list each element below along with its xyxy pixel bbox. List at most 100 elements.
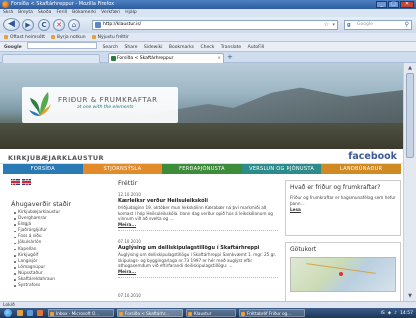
news-item: 07.10.2010 <box>118 293 278 298</box>
nav-landbunadur[interactable]: LANDBÚNAÐUR <box>321 164 401 174</box>
google-engine-icon[interactable]: g <box>347 22 355 28</box>
quicklaunch-ie-icon[interactable] <box>27 310 33 316</box>
new-tab-icon[interactable]: + <box>227 53 233 61</box>
street-map-box: Götukort <box>285 242 401 301</box>
icelandic-flag-icon[interactable] <box>11 179 20 185</box>
search-placeholder: Google <box>357 22 373 27</box>
bookmark-latest-headlines[interactable]: Nýjustu fréttir <box>92 33 129 41</box>
nav-verslun[interactable]: VERSLUN OG ÞJÓNUSTA <box>241 164 322 174</box>
google-toolbar-search[interactable] <box>27 42 98 49</box>
news-title[interactable]: Kærleiksr verður Heilsuleikskóli <box>118 198 278 204</box>
tab-close-icon[interactable]: × <box>217 54 221 63</box>
news-more-link[interactable]: Meira... <box>118 222 278 227</box>
nav-stjornsysla[interactable]: STJÓRNSÝSLA <box>82 164 163 174</box>
facebook-link[interactable]: facebook <box>348 151 397 162</box>
close-button[interactable]: ✕ <box>400 1 414 8</box>
url-dropdown-icon[interactable]: ▾ <box>332 21 335 29</box>
windows-taskbar: Inbox - Microsoft O... Forsíða < Skaftár… <box>0 308 416 318</box>
bookmark-most-visited[interactable]: Oftast heimsótt <box>4 33 45 41</box>
nav-ferdathjonusta[interactable]: FERÐAÞJÓNUSTA <box>162 164 242 174</box>
firefox-icon <box>2 1 9 8</box>
gt-share[interactable]: Share <box>124 45 137 50</box>
search-icon[interactable]: ⚲ <box>405 21 409 29</box>
task-folder[interactable]: Klaustur <box>186 309 236 317</box>
address-bar[interactable]: http://klaustur.is/ ☆ ▾ <box>92 20 338 30</box>
gt-translate[interactable]: Translate <box>221 45 241 50</box>
task-word[interactable]: Fréttabréf Friður og... <box>239 309 305 317</box>
home-button[interactable]: ⌂ <box>68 19 80 31</box>
quicklaunch-folder-icon[interactable] <box>17 310 23 316</box>
forward-button[interactable]: ▶ <box>22 19 34 31</box>
scroll-thumb[interactable] <box>406 73 414 158</box>
menu-view[interactable]: Skoða <box>38 9 52 17</box>
page-content: FRIÐUR & FRUMKRAFTAR at one with the ele… <box>0 63 416 301</box>
places-heading: Áhugaverðir staðir <box>11 200 72 208</box>
bookmark-getting-started[interactable]: Byrja notkun <box>51 33 86 41</box>
maximize-button[interactable]: □ <box>388 1 399 8</box>
logo-title: FRIÐUR & FRUMKRAFTAR <box>58 96 158 104</box>
gt-search[interactable]: Search <box>103 45 118 50</box>
news-date: 12.10.2010 <box>118 192 141 197</box>
about-title: Hvað er friður og frumkraftar? <box>290 184 381 191</box>
vertical-scrollbar[interactable]: ▲ ▼ <box>403 63 416 301</box>
scroll-up-icon[interactable]: ▲ <box>405 64 415 72</box>
status-bar: Lokið <box>0 301 416 308</box>
scroll-down-icon[interactable]: ▼ <box>405 292 415 300</box>
leaf-logo-icon <box>29 92 51 116</box>
nav-forsida[interactable]: FORSÍÐA <box>3 164 83 174</box>
clock[interactable]: 14:57 <box>400 311 413 316</box>
gt-sidewiki[interactable]: Sidewiki <box>144 45 163 50</box>
places-list: Kirkjubæjarklaustur Dverghamrar Eldgjá F… <box>14 210 60 289</box>
network-icon[interactable]: ◈ <box>388 311 391 316</box>
stop-button[interactable]: ✕ <box>53 19 65 31</box>
site-logo[interactable]: FRIÐUR & FRUMKRAFTAR at one with the ele… <box>22 87 178 123</box>
quicklaunch-firefox-icon[interactable] <box>37 310 43 316</box>
bookmark-star-icon[interactable]: ☆ <box>324 21 329 29</box>
search-box[interactable]: g Google ⚲ <box>344 20 412 30</box>
news-date: 07.10.2010 <box>118 293 141 298</box>
system-tray: IS ◈ ♪ 14:57 <box>381 311 416 316</box>
back-button[interactable]: ◀ <box>3 18 20 31</box>
news-body: Þriðjudaginn 19. október mun leikskólinn… <box>118 205 273 222</box>
site-identity-icon[interactable] <box>95 22 101 28</box>
reload-button[interactable]: C <box>38 19 50 31</box>
news-body: Auglýsing um deiliskipulagstillögu í Ska… <box>118 252 276 269</box>
news-divider <box>118 276 278 278</box>
news-title[interactable]: Auglýsing um deiliskipulagstillögu í Ska… <box>118 245 278 251</box>
language-indicator[interactable]: IS <box>381 311 385 316</box>
start-button-icon[interactable] <box>3 308 15 318</box>
news-item: 07.10.2010 Auglýsing um deiliskipulagsti… <box>118 239 278 278</box>
language-flags <box>11 179 31 185</box>
tab-active[interactable]: Forsíða < Skaftárhreppur × <box>108 53 224 63</box>
google-toolbar: Google Search Share Sidewiki Bookmarks C… <box>0 42 416 52</box>
main-navigation: FORSÍÐA STJÓRNSÝSLA FERÐAÞJÓNUSTA VERSLU… <box>3 164 401 174</box>
volume-icon[interactable]: ♪ <box>394 311 397 316</box>
window-titlebar: Forsíða < Skaftárhreppur - Mozilla Firef… <box>0 0 416 9</box>
menu-bookmarks[interactable]: Bókamerki <box>72 9 96 17</box>
street-map-title: Götukort <box>290 246 317 253</box>
news-more-link[interactable]: Meira... <box>118 269 278 274</box>
english-flag-icon[interactable] <box>22 179 31 185</box>
menu-tools[interactable]: Verkfæri <box>101 9 120 17</box>
about-box: Hvað er friður og frumkraftar? Friður og… <box>285 180 401 236</box>
menu-help[interactable]: Hjálp <box>125 9 137 17</box>
list-item[interactable]: Systrafoss <box>14 283 60 289</box>
task-firefox[interactable]: Forsíða < Skaftárhr... <box>117 309 183 317</box>
menu-history[interactable]: Ferill <box>56 9 67 17</box>
minimize-button[interactable]: _ <box>376 1 387 8</box>
gt-bookmarks[interactable]: Bookmarks <box>169 45 194 50</box>
about-text: Friður og frumkraftar er hagsmunafélag s… <box>290 195 396 206</box>
left-sidebar: Áhugaverðir staðir Kirkjubæjarklaustur D… <box>3 175 93 301</box>
news-heading: Fréttir <box>118 179 138 187</box>
gt-check[interactable]: Check <box>200 45 214 50</box>
gt-autofill[interactable]: AutoFill <box>248 45 264 50</box>
menu-edit[interactable]: Breyta <box>18 9 33 17</box>
about-read-link[interactable]: Lesa <box>290 207 396 212</box>
task-outlook[interactable]: Inbox - Microsoft O... <box>48 309 114 317</box>
tab-blank[interactable] <box>2 54 100 63</box>
map-thumbnail[interactable] <box>290 257 396 292</box>
header-banner: FRIÐUR & FRUMKRAFTAR at one with the ele… <box>0 63 403 149</box>
tab-active-label: Forsíða < Skaftárhreppur <box>117 56 174 61</box>
right-sidebar: Hvað er friður og frumkraftar? Friður og… <box>285 175 401 301</box>
menu-file[interactable]: Skrá <box>3 9 13 17</box>
